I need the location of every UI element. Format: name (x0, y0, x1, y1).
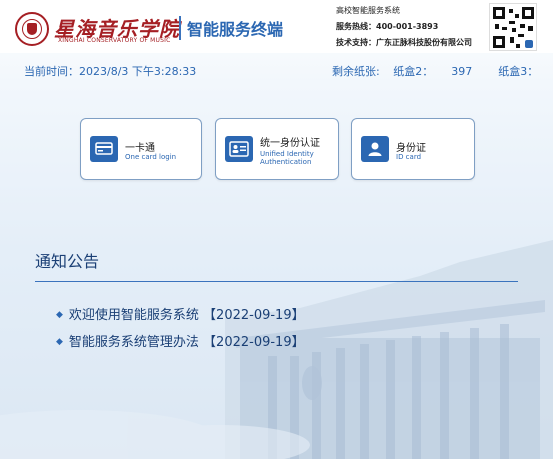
current-time: 当前时间：2023/8/3 下午3:28:33 (24, 63, 196, 79)
school-logo-icon (15, 12, 49, 46)
one-card-login-button[interactable]: 一卡通 One card login (80, 118, 202, 180)
card-title: 身份证 (396, 143, 426, 154)
card-subtitle: Unified Identity Authentication (260, 150, 314, 166)
card-title: 一卡通 (125, 143, 155, 154)
card-icon (90, 136, 118, 162)
card-subtitle: ID card (396, 153, 422, 161)
notice-divider (35, 281, 518, 282)
notice-item[interactable]: ◆ 欢迎使用智能服务系统 【2022-09-19】 (56, 304, 305, 323)
service-hotline: 服务热线：400-001-3893 (336, 22, 439, 31)
card-title: 统一身份认证 (260, 138, 320, 149)
time-value: 2023/8/3 下午3:28:33 (79, 65, 197, 78)
diamond-icon: ◆ (56, 337, 63, 347)
notice-item-text: 智能服务系统管理办法 【2022-09-19】 (68, 335, 305, 350)
terminal-title: 智能服务终端 (187, 20, 284, 39)
header-bar: 星海音乐学院 XINGHAI CONSERVATORY OF MUSIC 智能服… (0, 0, 553, 53)
paper-status: 剩余纸张: 纸盒2：397纸盒3：390 (332, 63, 553, 79)
qr-code-icon (489, 3, 537, 51)
person-icon (361, 136, 389, 162)
id-card-login-button[interactable]: 身份证 ID card (351, 118, 475, 180)
diamond-icon: ◆ (56, 310, 63, 320)
unified-identity-login-button[interactable]: 统一身份认证 Unified Identity Authentication (215, 118, 339, 180)
school-name-en: XINGHAI CONSERVATORY OF MUSIC (58, 37, 171, 44)
tray2-value: 397 (451, 65, 473, 78)
time-label: 当前时间： (24, 65, 79, 78)
notice-item-text: 欢迎使用智能服务系统 【2022-09-19】 (68, 308, 305, 323)
notice-heading: 通知公告 (35, 252, 100, 271)
notice-item[interactable]: ◆ 智能服务系统管理办法 【2022-09-19】 (56, 331, 305, 350)
id-badge-icon (225, 136, 253, 162)
tray3-label: 纸盒3： (498, 65, 539, 78)
card-subtitle: One card login (125, 153, 177, 161)
paper-label: 剩余纸张: (332, 65, 380, 78)
system-name: 高校智能服务系统 (336, 6, 400, 15)
tech-support: 技术支持：广东正脉科技股份有限公司 (336, 38, 472, 47)
tray2-label: 纸盒2： (393, 65, 434, 78)
header-divider (179, 16, 181, 40)
